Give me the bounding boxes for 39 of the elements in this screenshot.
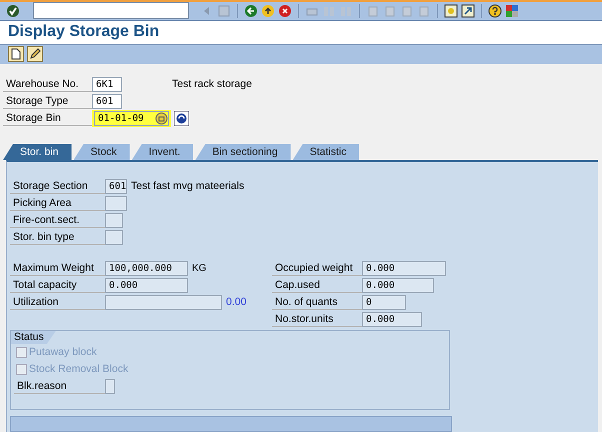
tab[interactable]: Statistic [292, 144, 360, 160]
input-field[interactable] [105, 196, 127, 211]
back-icon[interactable] [244, 4, 258, 18]
input-field[interactable]: 0.000 [362, 260, 446, 276]
tab[interactable]: Stock [74, 144, 130, 160]
field-description: Test fast mvg mateerials [131, 180, 244, 192]
refresh-icon[interactable] [174, 110, 189, 126]
field-description: Test rack storage [172, 78, 252, 90]
input-field[interactable]: 0 [362, 294, 406, 310]
input-field[interactable] [105, 378, 115, 394]
input-field[interactable]: 6K1 [92, 76, 122, 92]
command-field[interactable] [33, 2, 189, 20]
input-field[interactable]: 0.000 [105, 278, 188, 293]
shortcut-icon[interactable] [461, 4, 475, 18]
exit-icon[interactable] [261, 4, 275, 18]
screen-title: Display Storage Bin [8, 23, 160, 42]
enter-icon[interactable] [6, 4, 20, 18]
search-help-icon[interactable] [155, 112, 168, 125]
utilization-value: 0.00 [226, 296, 246, 308]
input-field[interactable] [105, 294, 222, 310]
input-field[interactable]: 01-01-09 [94, 110, 169, 126]
create-button[interactable] [8, 46, 24, 62]
group-title: Status [11, 330, 56, 344]
tab[interactable]: Stor. bin [3, 144, 72, 160]
input-field[interactable] [105, 230, 123, 245]
tab[interactable]: Bin sectioning [195, 144, 291, 160]
document-icon [11, 48, 21, 60]
tab[interactable]: Invent. [132, 144, 194, 160]
input-field[interactable]: 0.000 [362, 312, 422, 327]
unit-label: KG [192, 262, 206, 274]
help-icon[interactable] [488, 4, 502, 18]
input-field[interactable]: 0.000 [362, 278, 434, 293]
pencil-icon [29, 48, 41, 60]
change-button[interactable] [27, 46, 43, 62]
input-field[interactable]: 601 [92, 94, 122, 109]
input-field[interactable]: 601 [105, 178, 127, 194]
cancel-icon[interactable] [278, 4, 292, 18]
input-field[interactable] [105, 212, 123, 228]
input-field[interactable]: 100,000.000 [105, 260, 188, 276]
